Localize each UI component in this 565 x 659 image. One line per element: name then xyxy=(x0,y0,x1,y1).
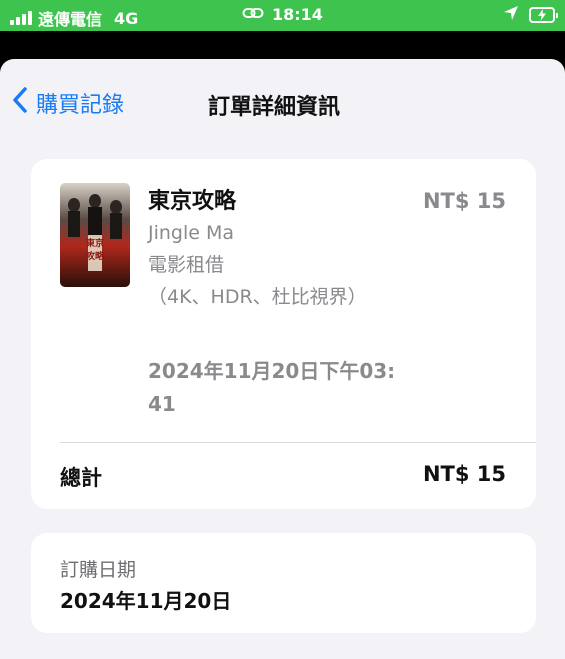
location-arrow-icon xyxy=(503,5,519,25)
movie-title: 東京攻略 xyxy=(148,189,237,214)
order-date-value: 2024年11月20日 xyxy=(60,589,232,613)
battery-charging-icon xyxy=(529,7,558,23)
network-type: 4G xyxy=(114,8,139,28)
chevron-left-icon xyxy=(12,87,28,119)
back-button[interactable]: 購買記錄 xyxy=(12,87,124,119)
total-label: 總計 xyxy=(60,466,102,490)
back-label: 購買記錄 xyxy=(36,93,125,118)
signal-icon xyxy=(10,11,32,25)
divider xyxy=(60,442,536,443)
item-price: NT$ 15 xyxy=(422,189,506,213)
movie-poster[interactable]: 東京 攻略 xyxy=(60,183,130,287)
order-date-card: 訂購日期 2024年11月20日 xyxy=(31,533,536,633)
item-info: 東京攻略 Jingle Ma 電影租借 （4K、HDR、杜比視界） xyxy=(148,187,367,313)
svg-text:攻略: 攻略 xyxy=(86,250,105,262)
video-format: （4K、HDR、杜比視界） xyxy=(148,286,367,308)
total-value: NT$ 15 xyxy=(422,462,506,486)
order-date-label: 訂購日期 xyxy=(60,559,137,581)
purchase-datetime-line1: 2024年11月20日下午03: xyxy=(148,359,396,383)
link-icon xyxy=(242,5,264,24)
movie-artist: Jingle Ma xyxy=(148,222,235,244)
order-detail-sheet: 購買記錄 訂單詳細資訊 東京 攻略 東京攻略 Jingle Ma 電影租借 （4… xyxy=(0,59,565,659)
svg-text:東京: 東京 xyxy=(86,237,104,249)
purchase-datetime-line2: 41 xyxy=(148,392,176,416)
nav-bar: 購買記錄 訂單詳細資訊 xyxy=(0,59,565,147)
status-time: 18:14 xyxy=(272,5,323,24)
purchase-type: 電影租借 xyxy=(148,254,225,276)
carrier-name: 遠傳電信 xyxy=(38,10,103,29)
status-bar: 遠傳電信 4G 18:14 xyxy=(0,0,565,31)
status-left: 遠傳電信 4G xyxy=(10,6,138,30)
purchase-datetime: 2024年11月20日下午03: 41 xyxy=(148,355,408,421)
purchase-item-card: 東京 攻略 東京攻略 Jingle Ma 電影租借 （4K、HDR、杜比視界） … xyxy=(31,159,536,509)
status-right xyxy=(503,5,558,25)
status-center: 18:14 xyxy=(242,5,323,24)
page-title: 訂單詳細資訊 xyxy=(208,95,341,120)
